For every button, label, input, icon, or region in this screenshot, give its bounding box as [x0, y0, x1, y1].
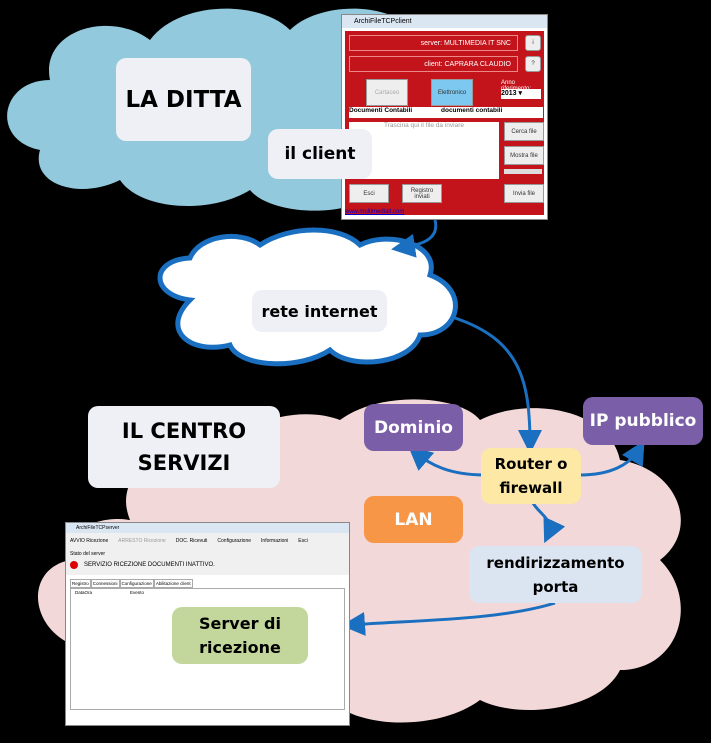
stato-label: Stato del server: [66, 549, 349, 559]
invia-button[interactable]: Invia file: [504, 184, 544, 203]
rete-internet-label: rete internet: [252, 290, 387, 332]
esci-button[interactable]: Esci: [349, 184, 389, 203]
server-bar: server: MULTIMEDIA IT SNC: [349, 35, 518, 51]
centro-servizi-label: IL CENTRO SERVIZI: [88, 406, 280, 488]
server-title: ArchiFileTCPserver: [66, 523, 349, 533]
router-box: Router o firewall: [481, 448, 581, 504]
la-ditta-label: LA DITTA: [116, 58, 251, 141]
server-tabs: Registro Connessioni Configurazione Abil…: [66, 575, 349, 588]
ip-pubblico-box: IP pubblico: [583, 397, 703, 445]
client-bar: client: CAPRARA CLAUDIO: [349, 56, 518, 72]
website-link[interactable]: www.multimediait.com: [345, 209, 404, 215]
mostra-button[interactable]: Mostra file: [504, 146, 544, 165]
arresto-button[interactable]: ARRESTO Ricezione: [118, 538, 165, 544]
lan-box: LAN: [364, 496, 463, 543]
anno-select[interactable]: 2013 ▾: [501, 89, 541, 99]
il-client-label: il client: [268, 129, 372, 179]
esci-server-button[interactable]: Esci: [298, 538, 307, 544]
col-dataora: DataOra: [75, 590, 93, 595]
diagram: LA DITTA ArchiFileTCPclient server: MULT…: [0, 0, 711, 743]
client-title: ArchiFileTCPclient: [342, 15, 547, 28]
avvio-button[interactable]: AVVIO Ricezione: [70, 538, 108, 544]
tab-abilitazione[interactable]: Abilitazione client: [153, 579, 193, 588]
col-evento: Evento: [130, 590, 145, 595]
help-icon[interactable]: ?: [525, 56, 541, 72]
doc-type-select[interactable]: Documenti Contabili documenti contabili: [349, 107, 543, 118]
cartaceo-button[interactable]: Cartaceo: [366, 79, 408, 106]
cerca-button[interactable]: Cerca file: [504, 122, 544, 141]
anno-value: 2013: [501, 90, 517, 97]
doc-ricevuti-button[interactable]: DOC. Ricevuti: [176, 538, 208, 544]
info-icon[interactable]: i: [525, 35, 541, 51]
client-window: ArchiFileTCPclient server: MULTIMEDIA IT…: [341, 14, 548, 220]
progress-bar: [504, 169, 542, 174]
server-ricezione-box: Server di ricezione: [172, 607, 308, 664]
informazioni-button[interactable]: Informazioni: [261, 538, 288, 544]
doc-type: Documenti Contabili: [349, 107, 413, 114]
tab-registro[interactable]: Registro: [70, 579, 91, 588]
registro-button[interactable]: Registro inviati: [402, 184, 442, 203]
stato-text: SERVIZIO RICEZIONE DOCUMENTI INATTIVO.: [84, 562, 215, 568]
elettronico-button[interactable]: Elettronico: [431, 79, 473, 106]
stato-row: SERVIZIO RICEZIONE DOCUMENTI INATTIVO.: [66, 559, 349, 575]
status-red-icon: [70, 561, 78, 569]
dominio-box: Dominio: [364, 404, 463, 451]
rendirizzamento-box: rendirizzamento porta: [469, 546, 642, 603]
doc-sub: documenti contabili: [441, 107, 503, 114]
configurazione-button[interactable]: Configurazione: [217, 538, 251, 544]
server-toolbar: AVVIO Ricezione ARRESTO Ricezione DOC. R…: [66, 533, 349, 549]
tab-connessioni[interactable]: Connessioni: [90, 579, 120, 588]
tab-configurazione[interactable]: Configurazione: [119, 579, 154, 588]
